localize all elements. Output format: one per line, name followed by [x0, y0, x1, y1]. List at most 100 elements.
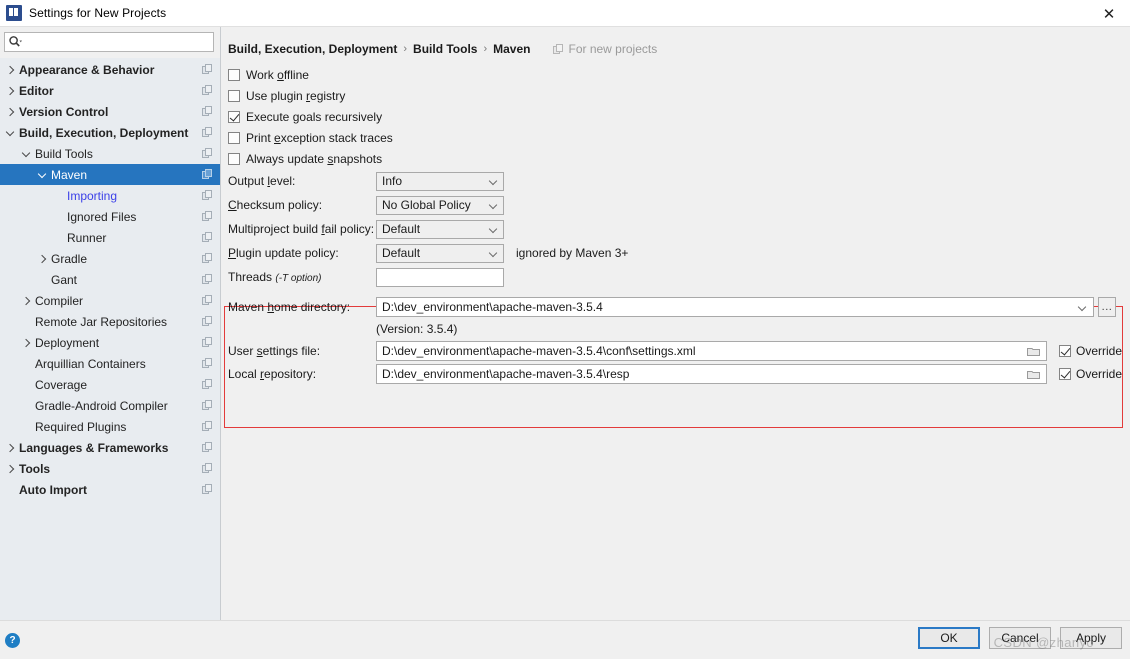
user-settings-override-checkbox[interactable] [1059, 344, 1071, 357]
local-repository-override-label: Override [1076, 366, 1123, 381]
sidebar-item-editor[interactable]: Editor [0, 80, 220, 101]
chevron-right-icon[interactable] [6, 464, 15, 473]
checkbox-execute-goals-recursively[interactable] [228, 110, 240, 123]
local-repository-label-pre: Local [228, 366, 261, 381]
copy-icon [202, 358, 213, 369]
folder-icon[interactable] [1027, 346, 1040, 357]
sidebar-item-coverage[interactable]: Coverage [0, 374, 220, 395]
search-container [0, 27, 220, 58]
checkbox-use-plugin-registry[interactable] [228, 89, 240, 102]
checkbox-label: Execute goals recursively [246, 110, 382, 124]
field-label-mnemonic: P [228, 246, 237, 260]
field-label-pre: Multiproject build [228, 222, 322, 236]
breadcrumb-item-0[interactable]: Build, Execution, Deployment [228, 42, 397, 56]
search-input[interactable] [24, 34, 210, 50]
chevron-down-icon[interactable] [22, 149, 31, 158]
sidebar-item-label: Editor [19, 83, 54, 98]
combobox-multiproject-build-fail-policy[interactable]: Default [376, 219, 504, 239]
maven-home-label-pre: Maven [228, 299, 268, 314]
sidebar-item-label: Languages & Frameworks [19, 440, 169, 455]
chevron-right-icon[interactable] [38, 254, 47, 263]
sidebar-item-build-tools[interactable]: Build Tools [0, 143, 220, 164]
settings-sidebar: Appearance & Behavior Editor Version Contr… [0, 27, 221, 620]
sidebar-item-label: Arquillian Containers [35, 356, 146, 371]
apply-button[interactable]: Apply [1060, 627, 1122, 649]
sidebar-item-auto-import[interactable]: Auto Import [0, 479, 220, 500]
breadcrumb-item-1[interactable]: Build Tools [413, 42, 477, 56]
maven-home-row: Maven home directory: D:\dev_environment… [228, 295, 1130, 318]
sidebar-item-runner[interactable]: Runner [0, 227, 220, 248]
checkbox-label-pre: Use plugin [246, 88, 307, 103]
sidebar-item-label: Version Control [19, 104, 109, 119]
user-settings-override-label: Override [1076, 343, 1123, 358]
checkbox-label: Print exception stack traces [246, 131, 393, 145]
breadcrumb-item-2[interactable]: Maven [493, 42, 530, 56]
checkbox-work-offline[interactable] [228, 68, 240, 81]
local-repository-override[interactable]: Override [1059, 367, 1122, 381]
checkbox-label: Always update snapshots [246, 152, 382, 166]
folder-icon[interactable] [1027, 369, 1040, 380]
help-icon[interactable]: ? [5, 632, 20, 648]
combobox-value: No Global Policy [382, 198, 471, 212]
sidebar-item-version-control[interactable]: Version Control [0, 101, 220, 122]
copy-icon [202, 484, 213, 495]
sidebar-item-build-execution-deployment[interactable]: Build, Execution, Deployment [0, 122, 220, 143]
sidebar-item-appearance-behavior[interactable]: Appearance & Behavior [0, 59, 220, 80]
checkbox-label-pre: Print [246, 130, 275, 145]
sidebar-item-gradle-android-compiler[interactable]: Gradle-Android Compiler [0, 395, 220, 416]
chevron-down-icon [490, 251, 497, 258]
sidebar-item-ignored-files[interactable]: Ignored Files [0, 206, 220, 227]
sidebar-item-languages-frameworks[interactable]: Languages & Frameworks [0, 437, 220, 458]
sidebar-item-importing[interactable]: Importing [0, 185, 220, 206]
combobox-checksum-policy[interactable]: No Global Policy [376, 195, 504, 215]
settings-dialog: Settings for New Projects ✕ Appearance &… [0, 0, 1130, 659]
sidebar-item-arquillian-containers[interactable]: Arquillian Containers [0, 353, 220, 374]
maven-home-combobox[interactable]: D:\dev_environment\apache-maven-3.5.4 [376, 296, 1094, 317]
chevron-down-icon[interactable] [6, 128, 15, 137]
threads-label-text: Threads [228, 270, 273, 284]
intellij-idea-icon [6, 5, 22, 21]
sidebar-item-gant[interactable]: Gant [0, 269, 220, 290]
combobox-output-level[interactable]: Info [376, 171, 504, 191]
checkbox-label-pre: Execute [246, 109, 293, 124]
sidebar-item-remote-jar-repositories[interactable]: Remote Jar Repositories [0, 311, 220, 332]
ok-button[interactable]: OK [918, 627, 980, 649]
close-icon[interactable]: ✕ [1088, 0, 1130, 27]
chevron-right-icon[interactable] [6, 65, 15, 74]
checkbox-row-use-plugin-registry[interactable]: Use plugin registry [228, 85, 1130, 106]
sidebar-item-maven[interactable]: Maven [0, 164, 220, 185]
checkbox-row-work-offline[interactable]: Work offline [228, 64, 1130, 85]
checkbox-label-pre: Work [246, 67, 278, 82]
user-settings-input[interactable]: D:\dev_environment\apache-maven-3.5.4\co… [376, 340, 1047, 361]
sidebar-item-compiler[interactable]: Compiler [0, 290, 220, 311]
checkbox-print-exception-stack-traces[interactable] [228, 131, 240, 144]
checkbox-always-update-snapshots[interactable] [228, 152, 240, 165]
sidebar-item-tools[interactable]: Tools [0, 458, 220, 479]
sidebar-item-gradle[interactable]: Gradle [0, 248, 220, 269]
sidebar-item-deployment[interactable]: Deployment [0, 332, 220, 353]
checkbox-label-post: ffline [283, 67, 309, 82]
threads-input[interactable] [376, 267, 504, 287]
checkbox-row-execute-goals-recursively[interactable]: Execute goals recursively [228, 106, 1130, 127]
user-settings-override[interactable]: Override [1059, 344, 1122, 358]
search-box[interactable] [4, 32, 214, 52]
chevron-right-icon[interactable] [22, 338, 31, 347]
chevron-right-icon[interactable] [22, 296, 31, 305]
checkbox-row-always-update-snapshots[interactable]: Always update snapshots [228, 148, 1130, 169]
local-repository-input[interactable]: D:\dev_environment\apache-maven-3.5.4\re… [376, 363, 1047, 384]
combobox-value: Info [382, 174, 403, 188]
sidebar-item-label: Build Tools [35, 146, 93, 161]
checkbox-row-print-exception-stack-traces[interactable]: Print exception stack traces [228, 127, 1130, 148]
maven-home-browse-button[interactable]: ... [1098, 296, 1116, 317]
sidebar-item-required-plugins[interactable]: Required Plugins [0, 416, 220, 437]
checkbox-label: Work offline [246, 68, 309, 82]
chevron-down-icon[interactable] [38, 170, 47, 179]
combobox-plugin-update-policy[interactable]: Default [376, 243, 504, 263]
local-repository-override-checkbox[interactable] [1059, 367, 1071, 380]
chevron-down-icon [490, 179, 497, 186]
footer-buttons: OK Cancel Apply [918, 627, 1122, 649]
chevron-right-icon[interactable] [6, 443, 15, 452]
chevron-right-icon[interactable] [6, 107, 15, 116]
cancel-button[interactable]: Cancel [989, 627, 1051, 649]
chevron-right-icon[interactable] [6, 86, 15, 95]
